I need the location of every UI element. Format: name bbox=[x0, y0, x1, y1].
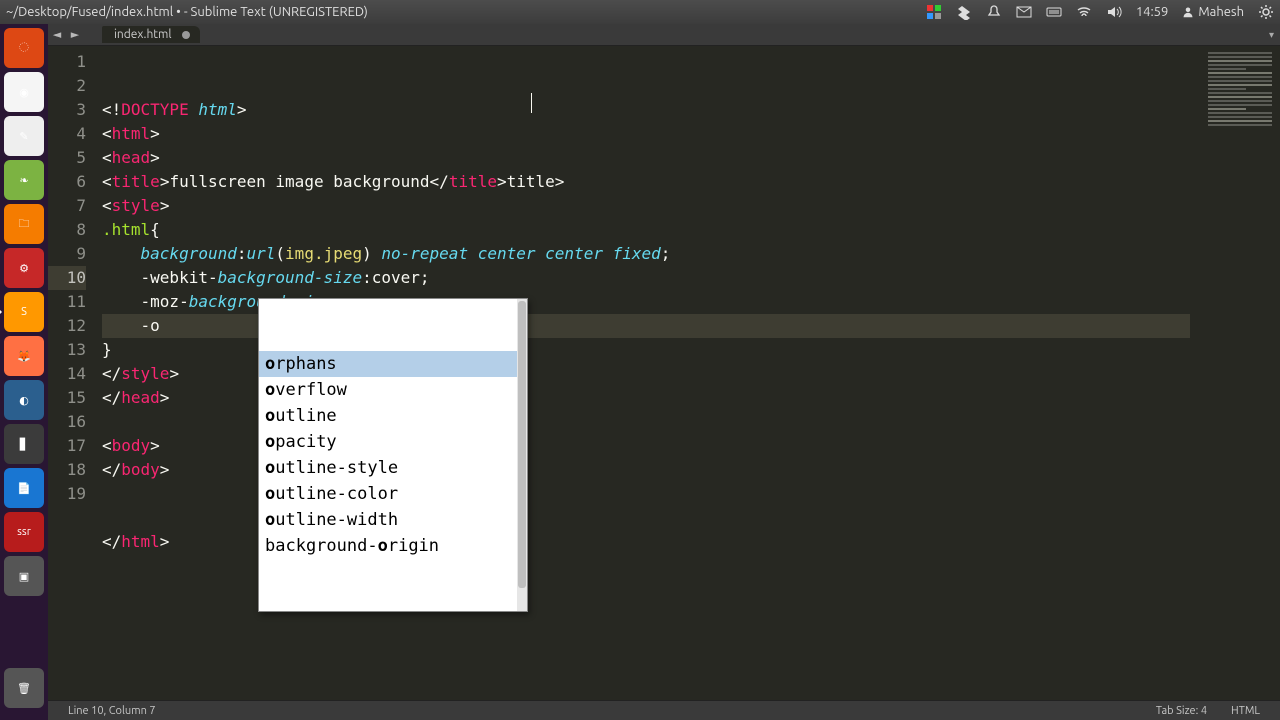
minimap-content bbox=[1208, 52, 1272, 128]
bell-icon[interactable] bbox=[986, 4, 1002, 20]
launcher-midori[interactable]: ❧ bbox=[4, 160, 44, 200]
line-number: 14 bbox=[48, 362, 86, 386]
autocomplete-item[interactable]: orphans bbox=[259, 351, 527, 377]
line-number: 8 bbox=[48, 218, 86, 242]
top-panel: ~/Desktop/Fused/index.html • - Sublime T… bbox=[0, 0, 1280, 24]
code-line[interactable]: <head> bbox=[102, 146, 1190, 170]
keyboard-icon[interactable] bbox=[1046, 4, 1062, 20]
sublime-window: ◄ ► index.html ▾ 12345678910111213141516… bbox=[48, 24, 1280, 700]
autocomplete-item[interactable]: outline-color bbox=[259, 481, 527, 507]
gear-icon[interactable] bbox=[1258, 4, 1274, 20]
code-line[interactable]: background:url(img.jpeg) no-repeat cente… bbox=[102, 242, 1190, 266]
minimap[interactable] bbox=[1190, 46, 1280, 700]
line-number: 7 bbox=[48, 194, 86, 218]
text-cursor bbox=[531, 93, 532, 113]
line-number: 2 bbox=[48, 74, 86, 98]
code-line[interactable]: <html> bbox=[102, 122, 1190, 146]
line-number: 19 bbox=[48, 482, 86, 506]
dropbox-icon[interactable] bbox=[956, 4, 972, 20]
launcher-chrome[interactable]: ◉ bbox=[4, 72, 44, 112]
launcher-firefox[interactable]: 🦊 bbox=[4, 336, 44, 376]
status-tabsize[interactable]: Tab Size: 4 bbox=[1144, 705, 1219, 717]
autocomplete-item[interactable]: background-origin bbox=[259, 533, 527, 559]
launcher-software[interactable]: ⚙ bbox=[4, 248, 44, 288]
status-bar: Line 10, Column 7 Tab Size: 4 HTML bbox=[48, 700, 1280, 720]
code-line[interactable]: <style> bbox=[102, 194, 1190, 218]
autocomplete-scrollbar[interactable] bbox=[517, 299, 527, 611]
status-syntax[interactable]: HTML bbox=[1219, 705, 1272, 717]
launcher-libre[interactable]: 📄 bbox=[4, 468, 44, 508]
launcher-app2[interactable]: ▋ bbox=[4, 424, 44, 464]
line-number: 13 bbox=[48, 338, 86, 362]
autocomplete-popup[interactable]: orphansoverflowoutlineopacityoutline-sty… bbox=[258, 298, 528, 612]
line-number: 12 bbox=[48, 314, 86, 338]
autocomplete-item[interactable]: outline-width bbox=[259, 507, 527, 533]
code-line[interactable]: -webkit-background-size:cover; bbox=[102, 266, 1190, 290]
autocomplete-item[interactable]: outline bbox=[259, 403, 527, 429]
tab-menu-icon[interactable]: ▾ bbox=[1269, 29, 1280, 41]
editor[interactable]: 12345678910111213141516171819 <!DOCTYPE … bbox=[48, 46, 1280, 700]
launcher-trash[interactable]: 🗑 bbox=[4, 668, 44, 708]
code-line[interactable]: <title>fullscreen image background</titl… bbox=[102, 170, 1190, 194]
launcher-gedit[interactable]: ✎ bbox=[4, 116, 44, 156]
code-line[interactable]: .html{ bbox=[102, 218, 1190, 242]
line-number: 5 bbox=[48, 146, 86, 170]
launcher-dash[interactable]: ◌ bbox=[4, 28, 44, 68]
launcher-app1[interactable]: ◐ bbox=[4, 380, 44, 420]
line-number: 1 bbox=[48, 50, 86, 74]
dirty-indicator-icon bbox=[182, 31, 190, 39]
line-number: 16 bbox=[48, 410, 86, 434]
tab-filename: index.html bbox=[114, 28, 172, 41]
unity-launcher: ◌◉✎❧🗀⚙S🦊◐▋📄ssr▣ 🗑 bbox=[0, 24, 48, 720]
window-title: ~/Desktop/Fused/index.html • - Sublime T… bbox=[6, 5, 926, 19]
code-area[interactable]: <!DOCTYPE html><html><head><title>fullsc… bbox=[98, 46, 1190, 700]
file-tab[interactable]: index.html bbox=[102, 26, 200, 43]
workspace-icon[interactable] bbox=[926, 4, 942, 20]
line-gutter: 12345678910111213141516171819 bbox=[48, 46, 98, 700]
line-number: 4 bbox=[48, 122, 86, 146]
line-number: 15 bbox=[48, 386, 86, 410]
autocomplete-item[interactable]: overflow bbox=[259, 377, 527, 403]
user-menu[interactable]: Mahesh bbox=[1182, 5, 1244, 19]
volume-icon[interactable] bbox=[1106, 4, 1122, 20]
line-number: 18 bbox=[48, 458, 86, 482]
status-position[interactable]: Line 10, Column 7 bbox=[56, 705, 168, 717]
line-number: 6 bbox=[48, 170, 86, 194]
panel-indicators: 14:59 Mahesh bbox=[926, 4, 1274, 20]
launcher-ssr[interactable]: ssr bbox=[4, 512, 44, 552]
mail-icon[interactable] bbox=[1016, 4, 1032, 20]
nav-back[interactable]: ◄ bbox=[48, 28, 66, 41]
launcher-files[interactable]: 🗀 bbox=[4, 204, 44, 244]
autocomplete-item[interactable]: outline-style bbox=[259, 455, 527, 481]
launcher-sublime[interactable]: S bbox=[4, 292, 44, 332]
wifi-icon[interactable] bbox=[1076, 4, 1092, 20]
tab-bar: ◄ ► index.html ▾ bbox=[48, 24, 1280, 46]
line-number: 10 bbox=[48, 266, 86, 290]
line-number: 11 bbox=[48, 290, 86, 314]
line-number: 3 bbox=[48, 98, 86, 122]
clock[interactable]: 14:59 bbox=[1136, 5, 1169, 19]
launcher-term[interactable]: ▣ bbox=[4, 556, 44, 596]
line-number: 9 bbox=[48, 242, 86, 266]
code-line[interactable]: <!DOCTYPE html> bbox=[102, 98, 1190, 122]
line-number: 17 bbox=[48, 434, 86, 458]
autocomplete-item[interactable]: opacity bbox=[259, 429, 527, 455]
nav-forward[interactable]: ► bbox=[66, 28, 84, 41]
